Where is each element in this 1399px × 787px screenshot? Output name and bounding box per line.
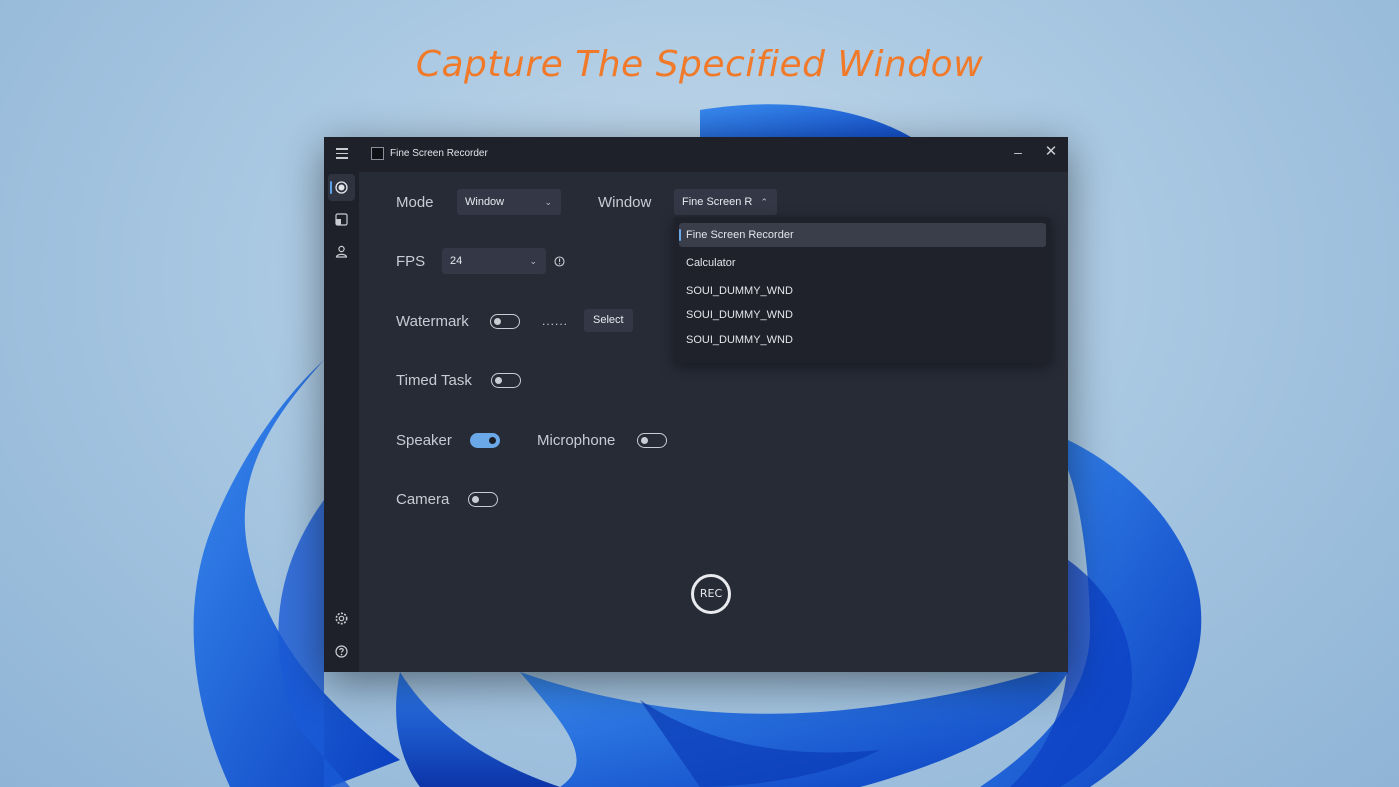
timed-task-label: Timed Task <box>396 372 472 389</box>
sidebar-item-settings[interactable] <box>328 605 355 632</box>
window-dropdown: Fine Screen Recorder Calculator SOUI_DUM… <box>674 217 1051 363</box>
app-window: Fine Screen Recorder – ✕ Mode Window ⌄ W… <box>324 137 1068 672</box>
screenshot-icon <box>335 213 348 226</box>
watermark-label: Watermark <box>396 313 469 330</box>
watermark-toggle[interactable] <box>490 314 520 329</box>
speaker-toggle[interactable] <box>470 433 500 448</box>
title-bar: Fine Screen Recorder – ✕ <box>324 137 1068 172</box>
sidebar-item-record[interactable] <box>328 174 355 201</box>
sidebar-item-camera[interactable] <box>328 238 355 265</box>
minimize-button[interactable]: – <box>1004 141 1032 163</box>
microphone-toggle[interactable] <box>637 433 667 448</box>
fps-label: FPS <box>396 253 426 270</box>
sidebar-item-help[interactable] <box>328 638 355 665</box>
microphone-label: Microphone <box>537 432 616 449</box>
toggle-knob <box>641 436 648 444</box>
timed-task-toggle[interactable] <box>491 373 521 388</box>
chevron-down-icon: ⌄ <box>529 256 537 266</box>
toggle-knob <box>489 436 496 444</box>
mode-select-value: Window <box>465 196 505 208</box>
camera-label: Camera <box>396 491 450 508</box>
chevron-down-icon: ⌄ <box>544 197 552 207</box>
window-select[interactable]: Fine Screen R ⌃ <box>674 189 777 215</box>
dropdown-option[interactable]: SOUI_DUMMY_WND <box>679 279 1046 303</box>
dropdown-option[interactable]: Calculator <box>679 251 1046 275</box>
toggle-knob <box>494 317 501 325</box>
app-logo-icon <box>371 147 384 160</box>
help-icon <box>335 645 348 658</box>
record-icon <box>335 181 348 194</box>
close-button[interactable]: ✕ <box>1037 141 1065 163</box>
window-select-value: Fine Screen R <box>682 196 753 208</box>
record-button[interactable]: REC <box>691 574 731 614</box>
info-icon[interactable] <box>554 256 565 267</box>
mode-select[interactable]: Window ⌄ <box>457 189 561 215</box>
camera-toggle[interactable] <box>468 492 498 507</box>
fps-select[interactable]: 24 ⌄ <box>442 248 546 274</box>
toggle-knob <box>495 376 502 384</box>
dropdown-option[interactable]: Fine Screen Recorder <box>679 223 1046 247</box>
sidebar <box>324 172 359 672</box>
watermark-path: ...... <box>542 314 569 328</box>
camera-user-icon <box>335 245 348 258</box>
mode-label: Mode <box>396 194 434 211</box>
window-label: Window <box>598 194 652 211</box>
promo-caption: Capture The Specified Window <box>415 44 984 85</box>
watermark-select-button[interactable]: Select <box>584 309 633 332</box>
speaker-label: Speaker <box>396 432 452 449</box>
chevron-up-icon: ⌃ <box>760 197 768 207</box>
active-indicator <box>330 181 332 194</box>
toggle-knob <box>472 495 479 503</box>
fps-select-value: 24 <box>450 255 463 267</box>
gear-icon <box>335 612 348 625</box>
dropdown-option[interactable]: SOUI_DUMMY_WND <box>679 328 1046 352</box>
sidebar-item-screenshot[interactable] <box>328 206 355 233</box>
dropdown-option[interactable]: SOUI_DUMMY_WND <box>679 303 1046 327</box>
hamburger-menu-icon[interactable] <box>336 148 348 159</box>
window-title: Fine Screen Recorder <box>390 148 488 159</box>
